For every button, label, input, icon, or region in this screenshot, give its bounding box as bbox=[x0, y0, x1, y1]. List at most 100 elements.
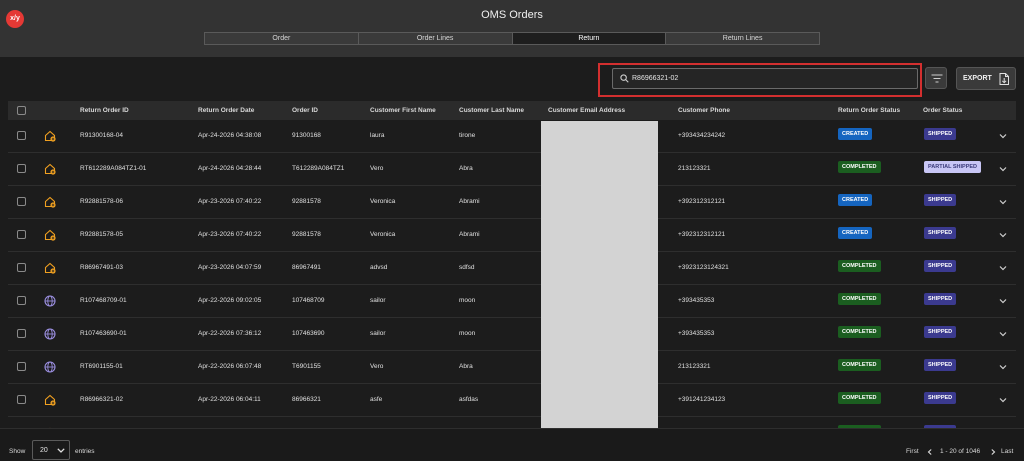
row-checkbox[interactable] bbox=[17, 131, 26, 140]
order-status-badge: SHIPPED bbox=[924, 227, 957, 239]
row-checkbox[interactable] bbox=[17, 164, 26, 173]
first-page-link[interactable]: First bbox=[906, 448, 919, 455]
app-header: x/y OMS Orders Order Order Lines Return … bbox=[0, 0, 1024, 57]
cell-return-order-id: R92881578-05 bbox=[80, 231, 124, 238]
order-status-badge: SHIPPED bbox=[924, 392, 957, 404]
column-header-last-name[interactable]: Customer Last Name bbox=[459, 107, 524, 114]
return-status-badge: CREATED bbox=[838, 194, 873, 206]
column-header-order-id[interactable]: Order ID bbox=[292, 107, 318, 114]
last-page-link[interactable]: Last bbox=[1001, 448, 1013, 455]
expand-row-chevron-icon[interactable] bbox=[999, 298, 1007, 304]
table-row[interactable]: RT612289B094TZ1-01Apr-22-2026 05:44:45T6… bbox=[8, 417, 1016, 428]
package-return-icon bbox=[44, 196, 56, 208]
page-range: 1 - 20 of 1046 bbox=[940, 448, 981, 455]
cell-last-name: Abrami bbox=[459, 198, 480, 205]
cell-phone: +393434234242 bbox=[678, 132, 726, 139]
table-row[interactable]: R86966321-02 Apr-22-2026 06:04:11 86966321… bbox=[8, 384, 1016, 417]
cell-return-order-date: Apr-24-2026 04:38:08 bbox=[198, 132, 262, 139]
expand-row-chevron-icon[interactable] bbox=[999, 364, 1007, 370]
cell-phone: +392312312121 bbox=[678, 231, 726, 238]
column-header-return-order-status[interactable]: Return Order Status bbox=[838, 107, 900, 114]
cell-return-order-date: Apr-24-2026 04:28:44 bbox=[198, 165, 262, 172]
table-row[interactable]: R92881578-06 Apr-23-2026 07:40:22 92881578… bbox=[8, 186, 1016, 219]
cell-last-name: tirone bbox=[459, 132, 476, 139]
cell-return-order-id: R86966321-02 bbox=[80, 396, 124, 403]
next-page-icon[interactable] bbox=[990, 449, 996, 455]
package-return-icon bbox=[44, 394, 56, 406]
expand-row-chevron-icon[interactable] bbox=[999, 331, 1007, 337]
tab-return[interactable]: Return bbox=[512, 33, 667, 44]
row-checkbox[interactable] bbox=[17, 362, 26, 371]
column-header-email[interactable]: Customer Email Address bbox=[548, 107, 625, 114]
expand-row-chevron-icon[interactable] bbox=[999, 265, 1007, 271]
cell-first-name: Vero bbox=[370, 363, 384, 370]
expand-row-chevron-icon[interactable] bbox=[999, 133, 1007, 139]
row-checkbox[interactable] bbox=[17, 329, 26, 338]
table-row[interactable]: RT612289A084TZ1-01 Apr-24-2026 04:28:44 T6… bbox=[8, 153, 1016, 186]
row-checkbox[interactable] bbox=[17, 296, 26, 305]
cell-return-order-id: RT6901155-01 bbox=[80, 363, 123, 370]
cell-last-name: Abra bbox=[459, 165, 473, 172]
cell-return-order-date: Apr-23-2026 07:40:22 bbox=[198, 231, 262, 238]
cell-return-order-date: Apr-22-2026 06:04:11 bbox=[198, 396, 261, 403]
select-all-checkbox[interactable] bbox=[17, 106, 26, 115]
filter-button[interactable] bbox=[925, 67, 947, 89]
export-button-label: EXPORT bbox=[963, 75, 992, 82]
table-row[interactable]: R91300168-04 Apr-24-2026 04:38:08 91300168… bbox=[8, 120, 1016, 153]
column-header-phone[interactable]: Customer Phone bbox=[678, 107, 730, 114]
package-return-icon bbox=[44, 130, 56, 142]
cell-phone: 213123321 bbox=[678, 165, 711, 172]
cell-return-order-date: Apr-23-2026 04:07:59 bbox=[198, 264, 262, 271]
cell-return-order-date: Apr-22-2026 06:07:48 bbox=[198, 363, 262, 370]
cell-last-name: Abrami bbox=[459, 231, 480, 238]
return-status-badge: COMPLETED bbox=[838, 326, 881, 338]
cell-return-order-date: Apr-22-2026 09:02:05 bbox=[198, 297, 262, 304]
tab-order-lines[interactable]: Order Lines bbox=[358, 33, 513, 44]
column-header-order-status[interactable]: Order Status bbox=[923, 107, 962, 114]
cell-phone: 213123321 bbox=[678, 363, 711, 370]
row-checkbox[interactable] bbox=[17, 197, 26, 206]
cell-first-name: Vero bbox=[370, 165, 384, 172]
cell-first-name: advsd bbox=[370, 264, 388, 271]
search-box[interactable] bbox=[612, 68, 918, 89]
table-row[interactable]: RT6901155-01 Apr-22-2026 06:07:48 T6901155… bbox=[8, 351, 1016, 384]
row-checkbox[interactable] bbox=[17, 395, 26, 404]
order-status-badge: SHIPPED bbox=[924, 359, 957, 371]
order-status-badge: SHIPPED bbox=[924, 326, 957, 338]
export-button[interactable]: EXPORT bbox=[956, 67, 1016, 90]
package-return-icon bbox=[44, 229, 56, 241]
expand-row-chevron-icon[interactable] bbox=[999, 166, 1007, 172]
table-row[interactable]: R86967491-03 Apr-23-2026 04:07:59 86967491… bbox=[8, 252, 1016, 285]
cell-return-order-date: Apr-22-2026 07:36:12 bbox=[198, 330, 262, 337]
expand-row-chevron-icon[interactable] bbox=[999, 232, 1007, 238]
cell-order-id: 107463690 bbox=[292, 330, 325, 337]
cell-return-order-id: RT612289A084TZ1-01 bbox=[80, 165, 147, 172]
search-input[interactable] bbox=[632, 69, 912, 88]
cell-last-name: moon bbox=[459, 297, 476, 304]
cell-order-id: 107468709 bbox=[292, 297, 325, 304]
row-checkbox[interactable] bbox=[17, 263, 26, 272]
table-row[interactable]: R92881578-05 Apr-23-2026 07:40:22 92881578… bbox=[8, 219, 1016, 252]
column-header-return-order-id[interactable]: Return Order ID bbox=[80, 107, 129, 114]
tab-return-lines[interactable]: Return Lines bbox=[666, 33, 819, 44]
expand-row-chevron-icon[interactable] bbox=[999, 397, 1007, 403]
order-status-badge: SHIPPED bbox=[924, 293, 957, 305]
order-status-badge: SHIPPED bbox=[924, 194, 957, 206]
expand-row-chevron-icon[interactable] bbox=[999, 199, 1007, 205]
tab-bar: Order Order Lines Return Return Lines bbox=[204, 32, 820, 45]
cell-order-id: 86966321 bbox=[292, 396, 321, 403]
page-size-value: 20 bbox=[40, 447, 48, 454]
table-row[interactable]: R107468709-01 Apr-22-2026 09:02:05 1074687… bbox=[8, 285, 1016, 318]
return-status-badge: CREATED bbox=[838, 128, 873, 140]
tab-order[interactable]: Order bbox=[205, 33, 359, 44]
row-checkbox[interactable] bbox=[17, 230, 26, 239]
page-size-select[interactable]: 20 bbox=[32, 440, 70, 460]
filter-icon bbox=[931, 74, 943, 83]
globe-icon bbox=[44, 328, 56, 340]
previous-page-icon[interactable] bbox=[927, 449, 933, 455]
cell-return-order-id: R107468709-01 bbox=[80, 297, 127, 304]
cell-last-name: Abra bbox=[459, 363, 473, 370]
column-header-return-order-date[interactable]: Return Order Date bbox=[198, 107, 254, 114]
table-row[interactable]: R107463690-01 Apr-22-2026 07:36:12 1074636… bbox=[8, 318, 1016, 351]
column-header-first-name[interactable]: Customer First Name bbox=[370, 107, 436, 114]
